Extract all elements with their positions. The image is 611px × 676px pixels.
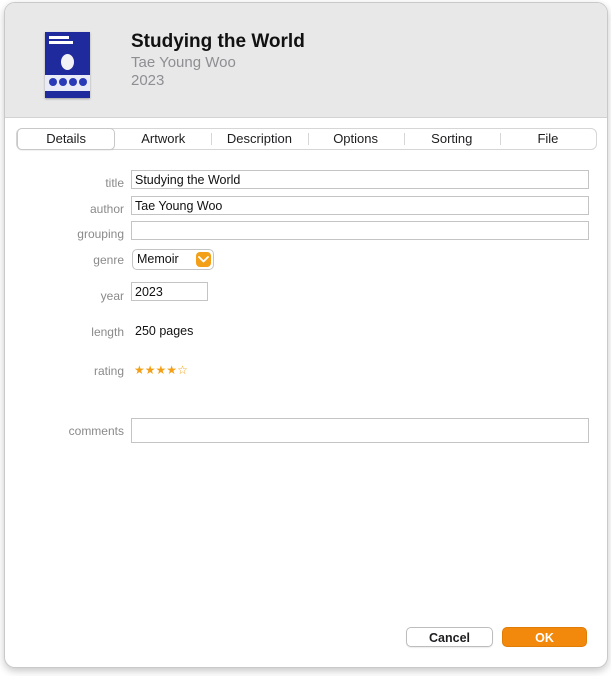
comments-label: comments (68, 424, 124, 438)
star-filled-icon[interactable]: ★ (134, 363, 145, 377)
star-empty-icon[interactable]: ☆ (177, 363, 188, 377)
book-cover-thumbnail (45, 32, 90, 98)
tab-artwork[interactable]: Artwork (115, 129, 211, 149)
year-label: year (100, 289, 124, 303)
tab-details[interactable]: Details (17, 128, 116, 150)
rating-label: rating (93, 364, 124, 378)
author-label: author (89, 202, 124, 216)
chevron-down-icon (196, 252, 211, 267)
header: Studying the World Tae Young Woo 2023 (5, 3, 607, 118)
star-filled-icon[interactable]: ★ (166, 363, 177, 377)
ok-button[interactable]: OK (502, 627, 587, 647)
star-filled-icon[interactable]: ★ (156, 363, 167, 377)
year-field[interactable]: 2023 (131, 282, 208, 301)
length-label: length (91, 325, 124, 339)
author-field[interactable]: Tae Young Woo (131, 196, 589, 215)
length-value: 250 pages (135, 324, 194, 338)
comments-field[interactable] (131, 418, 589, 443)
tab-sorting[interactable]: Sorting (403, 129, 500, 149)
grouping-label: grouping (77, 227, 124, 241)
tab-description[interactable]: Description (211, 129, 307, 149)
title-label: title (105, 176, 124, 190)
tab-options[interactable]: Options (307, 129, 404, 149)
header-author: Tae Young Woo (131, 54, 236, 71)
header-title: Studying the World (131, 31, 305, 52)
tab-file[interactable]: File (499, 129, 596, 149)
tab-bar: Details Artwork Description Options Sort… (16, 128, 597, 150)
genre-popup[interactable]: Memoir (132, 249, 214, 270)
header-year: 2023 (131, 72, 165, 89)
genre-label: genre (93, 253, 124, 267)
rating-stars[interactable]: ★★★★☆ (134, 363, 188, 377)
title-field[interactable]: Studying the World (131, 170, 589, 189)
grouping-field[interactable] (131, 221, 589, 240)
window: Studying the World Tae Young Woo 2023 De… (4, 2, 608, 668)
star-filled-icon[interactable]: ★ (145, 363, 156, 377)
genre-value: Memoir (137, 252, 179, 266)
cancel-button[interactable]: Cancel (406, 627, 493, 647)
